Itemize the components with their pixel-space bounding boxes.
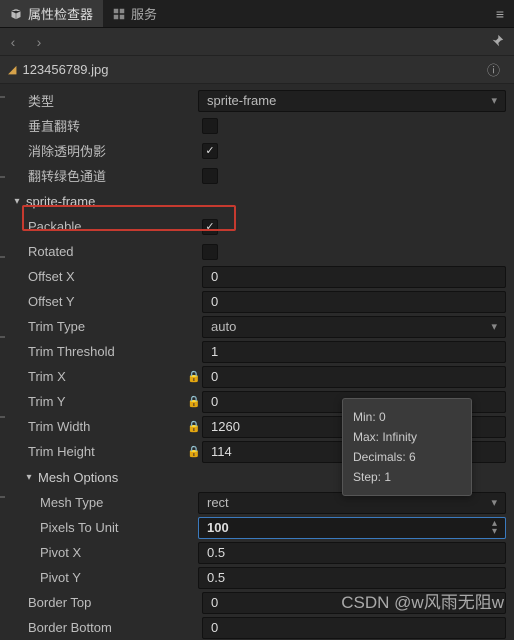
select-trim-type-value: auto — [211, 319, 236, 334]
input-offset-y[interactable] — [202, 291, 506, 313]
row-flip-vertical: 垂直翻转 — [0, 113, 514, 138]
file-expand-icon[interactable]: ◢ — [8, 63, 16, 76]
row-packable: Packable — [0, 214, 514, 239]
gutter — [0, 56, 5, 621]
chevron-down-icon: ▾ — [491, 320, 497, 333]
label-trim-type: Trim Type — [28, 319, 186, 334]
panel-menu-icon[interactable]: ≡ — [486, 6, 514, 22]
label-pivot-y: Pivot Y — [40, 570, 198, 585]
lock-icon: 🔒 — [186, 395, 202, 408]
tab-inspector-label: 属性检查器 — [28, 4, 93, 23]
label-border-bottom: Border Bottom — [28, 620, 186, 635]
pin-icon[interactable] — [481, 34, 514, 50]
row-border-top: Border Top — [0, 590, 514, 615]
select-type-value: sprite-frame — [207, 93, 276, 108]
row-rotated: Rotated — [0, 239, 514, 264]
row-pixels-to-unit: Pixels To Unit ▴▾ — [0, 515, 514, 540]
numeric-tooltip: Min: 0 Max: Infinity Decimals: 6 Step: 1 — [342, 398, 472, 496]
input-border-bottom[interactable] — [202, 617, 506, 639]
cube-icon — [10, 8, 22, 20]
chevron-down-icon: ▾ — [491, 94, 497, 107]
row-type: 类型 sprite-frame ▾ — [0, 88, 514, 113]
input-border-top[interactable] — [202, 592, 506, 614]
tab-services-label: 服务 — [131, 4, 157, 23]
label-type: 类型 — [28, 91, 198, 110]
input-pixels-to-unit[interactable]: ▴▾ — [198, 517, 506, 539]
row-trim-type: Trim Type auto ▾ — [0, 314, 514, 339]
row-flip-green: 翻转绿色通道 — [0, 163, 514, 188]
caret-down-icon: ▾ — [22, 472, 36, 483]
label-flip-vertical: 垂直翻转 — [28, 116, 198, 135]
row-remove-alpha: 消除透明伪影 — [0, 138, 514, 163]
select-trim-type[interactable]: auto ▾ — [202, 316, 506, 338]
label-trim-threshold: Trim Threshold — [28, 344, 186, 359]
row-pivot-y: Pivot Y — [0, 565, 514, 590]
chevron-down-icon: ▾ — [491, 496, 497, 509]
label-trim-width: Trim Width — [28, 419, 186, 434]
label-border-top: Border Top — [28, 595, 186, 610]
lock-icon: 🔒 — [186, 420, 202, 433]
stepper-icon[interactable]: ▴▾ — [492, 520, 497, 536]
section-sprite-frame[interactable]: ▾ sprite-frame — [0, 188, 514, 214]
checkbox-flip-vertical[interactable] — [202, 118, 218, 134]
tab-services[interactable]: 服务 — [103, 0, 167, 27]
label-remove-alpha: 消除透明伪影 — [28, 141, 198, 160]
tooltip-max: Max: Infinity — [353, 427, 461, 447]
checkbox-packable[interactable] — [202, 219, 218, 235]
nav-forward-icon[interactable]: › — [26, 34, 52, 50]
input-pivot-y[interactable] — [198, 567, 506, 589]
row-offset-y: Offset Y — [0, 289, 514, 314]
label-packable: Packable — [28, 219, 198, 234]
label-pixels-to-unit: Pixels To Unit — [40, 520, 198, 535]
checkbox-flip-green[interactable] — [202, 168, 218, 184]
row-border-bottom: Border Bottom — [0, 615, 514, 640]
inspector-panel: 类型 sprite-frame ▾ 垂直翻转 消除透明伪影 翻转绿色通道 ▾ s… — [0, 84, 514, 640]
tab-inspector[interactable]: 属性检查器 — [0, 0, 103, 27]
input-trim-x[interactable] — [202, 366, 506, 388]
nav-back-icon[interactable]: ‹ — [0, 34, 26, 50]
select-mesh-type-value: rect — [207, 495, 229, 510]
section-mesh-options-label: Mesh Options — [38, 470, 118, 485]
section-sprite-frame-label: sprite-frame — [26, 194, 95, 209]
input-trim-threshold[interactable] — [202, 341, 506, 363]
label-trim-y: Trim Y — [28, 394, 186, 409]
label-offset-y: Offset Y — [28, 294, 186, 309]
file-row: ◢ 123456789.jpg ⓘ — [0, 56, 514, 84]
label-rotated: Rotated — [28, 244, 198, 259]
row-trim-x: Trim X 🔒 — [0, 364, 514, 389]
select-type[interactable]: sprite-frame ▾ — [198, 90, 506, 112]
checkbox-rotated[interactable] — [202, 244, 218, 260]
tooltip-step: Step: 1 — [353, 467, 461, 487]
label-mesh-type: Mesh Type — [40, 495, 198, 510]
checkbox-remove-alpha[interactable] — [202, 143, 218, 159]
row-trim-threshold: Trim Threshold — [0, 339, 514, 364]
input-offset-x[interactable] — [202, 266, 506, 288]
label-pivot-x: Pivot X — [40, 545, 198, 560]
caret-down-icon: ▾ — [10, 196, 24, 207]
row-offset-x: Offset X — [0, 264, 514, 289]
nav-row: ‹ › — [0, 28, 514, 56]
row-pivot-x: Pivot X — [0, 540, 514, 565]
label-flip-green: 翻转绿色通道 — [28, 166, 198, 185]
grid-icon — [113, 8, 125, 20]
tab-bar: 属性检查器 服务 ≡ — [0, 0, 514, 28]
label-trim-height: Trim Height — [28, 444, 186, 459]
tooltip-decimals: Decimals: 6 — [353, 447, 461, 467]
label-offset-x: Offset X — [28, 269, 186, 284]
tooltip-min: Min: 0 — [353, 407, 461, 427]
input-pivot-x[interactable] — [198, 542, 506, 564]
lock-icon: 🔒 — [186, 370, 202, 383]
lock-icon: 🔒 — [186, 445, 202, 458]
label-trim-x: Trim X — [28, 369, 186, 384]
help-icon[interactable]: ⓘ — [481, 60, 506, 79]
file-name: 123456789.jpg — [22, 62, 108, 77]
